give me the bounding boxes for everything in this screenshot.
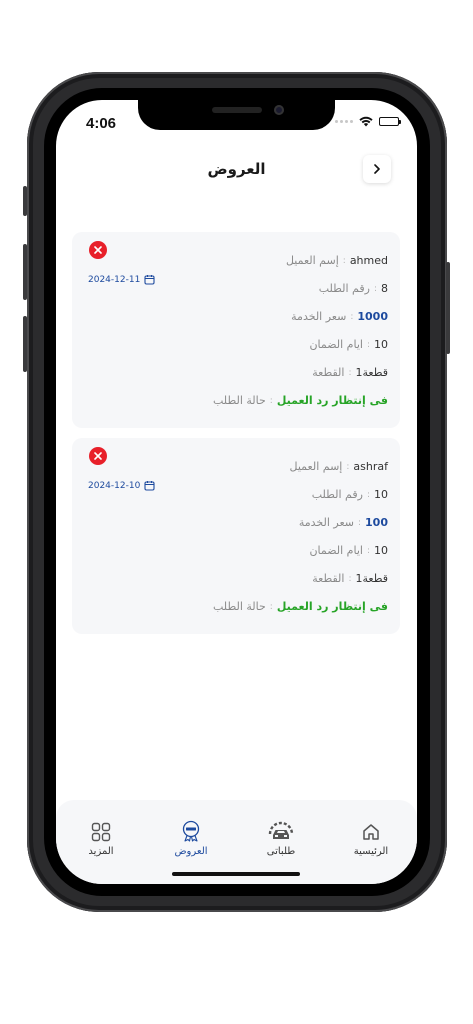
order-status-row: حالة الطلب: فى إنتظار رد العميل [213,394,388,407]
calendar-icon [144,481,155,491]
tab-label: العروض [174,846,208,857]
bottom-tab-bar: الرئيسية طلباتى العروض المزيد [56,800,417,884]
field-label: رقم الطلب [311,488,363,501]
order-number-row: رقم الطلب:8 [318,282,388,295]
close-icon [94,452,102,460]
close-icon [94,246,102,254]
date-text: 2024-12-10 [88,480,141,491]
tab-label: الرئيسية [353,846,389,857]
part-row: القطعة: قطعة1 [312,572,388,585]
field-label: سعر الخدمة [291,310,347,323]
service-price: 1000 [357,310,388,323]
service-price: 100 [365,516,388,529]
field-label: ايام الضمان [309,544,363,557]
side-button-volume-up [23,244,27,300]
offer-date: 2024-12-11 [88,274,155,285]
customer-name: ashraf [353,460,388,473]
order-status: فى إنتظار رد العميل [276,394,388,407]
tab-more[interactable]: المزيد [66,820,136,857]
back-button[interactable] [363,155,391,183]
chevron-right-icon [374,164,380,174]
warranty-days: 10 [374,544,388,557]
order-status: فى إنتظار رد العميل [276,600,388,613]
battery-icon [379,117,401,126]
date-text: 2024-12-11 [88,274,141,285]
part-value: قطعة1 [355,366,389,379]
order-number-row: رقم الطلب:10 [311,488,388,501]
order-status-row: حالة الطلب: فى إنتظار رد العميل [213,600,388,613]
side-button-volume-down [23,316,27,372]
tab-label: المزيد [88,846,114,857]
tab-offers[interactable]: العروض [156,820,226,857]
car-gear-icon [268,821,294,839]
field-label: حالة الطلب [213,394,266,407]
offer-card: 2024-12-10 إسم العميل: ashraf رقم الطلب:1… [72,438,400,634]
reject-offer-button[interactable] [89,241,107,259]
customer-name: ahmed [349,254,388,267]
status-time: 4:06 [86,115,117,132]
wifi-icon [359,116,373,127]
warranty-days: 10 [374,338,388,351]
order-number: 10 [374,488,388,501]
warranty-days-row: ايام الضمان:10 [309,338,388,351]
field-label: ايام الضمان [309,338,363,351]
home-icon [363,824,379,840]
screen: 4:06 العروض 2024-12-11 إسم العميل: ahmed … [56,100,417,884]
signal-icon [335,120,353,123]
field-label: إسم العميل [285,254,339,267]
field-label: حالة الطلب [213,600,266,613]
service-price-row: سعر الخدمة:1000 [291,310,388,323]
field-label: سعر الخدمة [298,516,354,529]
tab-my-orders[interactable]: طلباتى [246,820,316,857]
side-button-silent [23,186,27,216]
customer-name-row: إسم العميل: ashraf [289,460,388,473]
offers-badge-icon [182,820,200,842]
field-label: القطعة [312,572,345,585]
part-row: القطعة: قطعة1 [312,366,388,379]
service-price-row: سعر الخدمة:100 [298,516,388,529]
side-button-power [446,262,450,354]
field-label: القطعة [312,366,345,379]
notch [138,100,335,130]
status-icons [335,116,401,127]
reject-offer-button[interactable] [89,447,107,465]
customer-name-row: إسم العميل: ahmed [285,254,388,267]
field-label: رقم الطلب [318,282,370,295]
offer-card: 2024-12-11 إسم العميل: ahmed رقم الطلب:8 … [72,232,400,428]
field-label: إسم العميل [289,460,343,473]
warranty-days-row: ايام الضمان:10 [309,544,388,557]
camera [274,105,284,115]
part-value: قطعة1 [355,572,389,585]
home-indicator[interactable] [172,872,300,876]
offer-date: 2024-12-10 [88,480,155,491]
speaker [212,107,262,113]
calendar-icon [144,275,155,285]
grid-icon [91,822,111,842]
order-number: 8 [381,282,388,295]
tab-label: طلباتى [266,846,296,857]
tab-home[interactable]: الرئيسية [336,820,406,857]
